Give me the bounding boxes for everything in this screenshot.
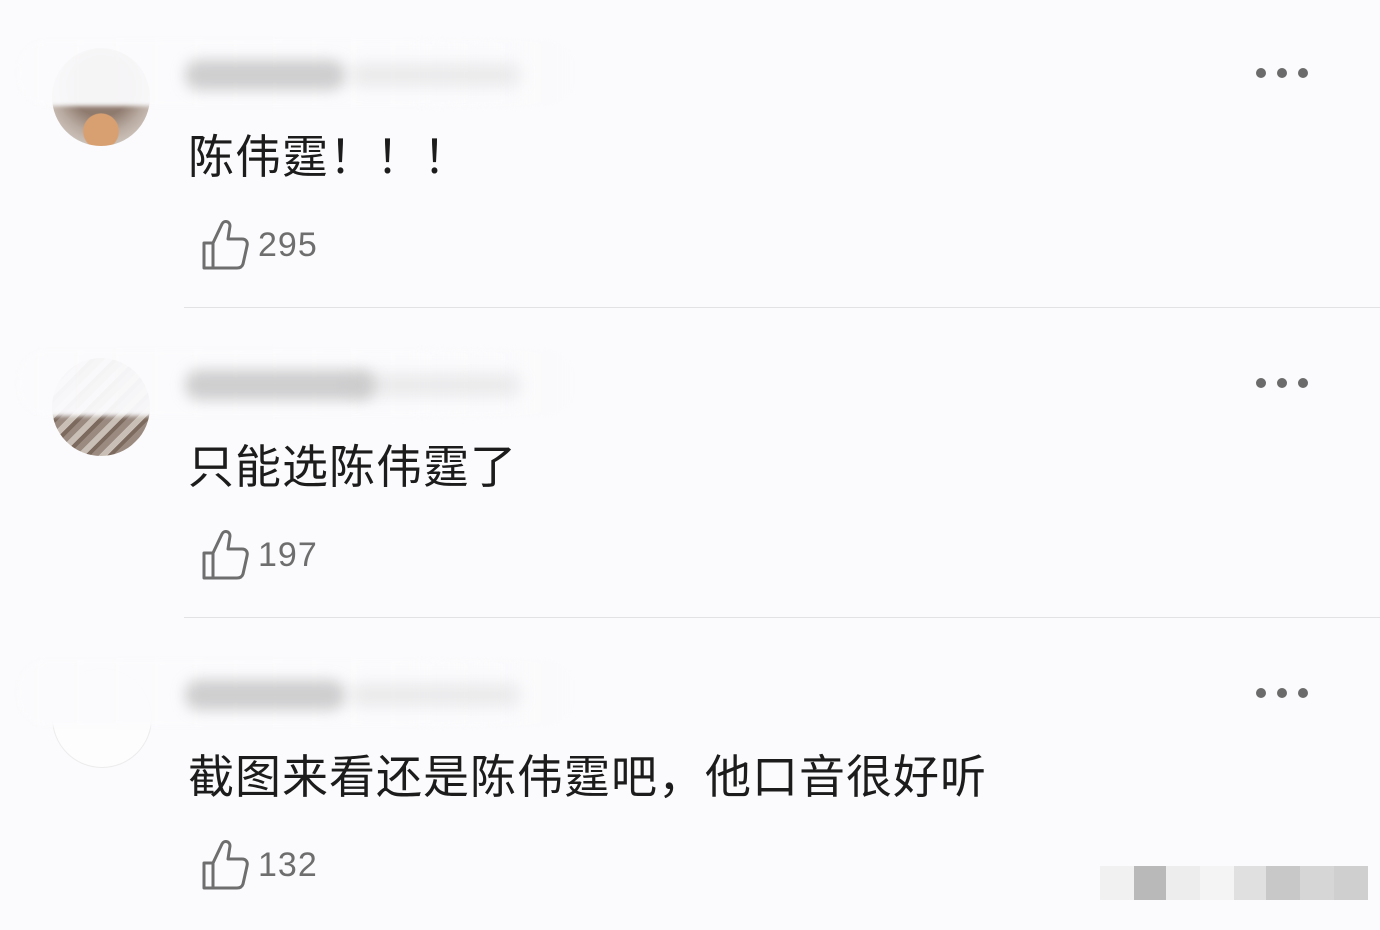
more-options-icon[interactable]	[1256, 376, 1308, 390]
username-smudge	[350, 64, 520, 86]
like-count: 132	[258, 845, 318, 884]
watermark-mosaic	[1100, 866, 1368, 900]
thumbs-up-icon	[202, 840, 249, 890]
like-button[interactable]: 132	[200, 838, 318, 892]
comment-text: 只能选陈伟霆了	[188, 440, 517, 494]
divider	[184, 307, 1380, 308]
like-count: 197	[258, 535, 318, 574]
username-smudge	[350, 374, 520, 396]
more-options-icon[interactable]	[1256, 66, 1308, 80]
more-options-icon[interactable]	[1256, 686, 1308, 700]
comment-text: 陈伟霆！！！	[188, 130, 470, 184]
thumbs-up-icon	[202, 220, 249, 270]
username-smudge	[185, 370, 375, 400]
username-smudge	[185, 60, 345, 90]
comment-item-1: 陈伟霆！！！ 295	[0, 0, 1380, 310]
username-smudge	[185, 680, 345, 710]
comment-text: 截图来看还是陈伟霆吧，他口音很好听	[188, 750, 987, 804]
comment-item-2: 只能选陈伟霆了 197	[0, 310, 1380, 620]
like-button[interactable]: 197	[200, 528, 318, 582]
like-count: 295	[258, 225, 318, 264]
thumbs-up-icon	[202, 530, 249, 580]
username-smudge	[350, 684, 520, 706]
divider	[184, 617, 1380, 618]
like-button[interactable]: 295	[200, 218, 318, 272]
